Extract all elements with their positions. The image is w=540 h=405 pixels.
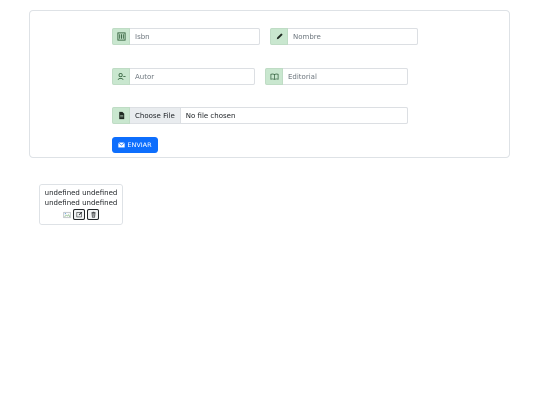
editorial-field-group: Editorial <box>265 68 408 85</box>
file-input[interactable]: Choose File No file chosen <box>130 107 408 124</box>
autor-input[interactable]: Autor <box>130 68 255 85</box>
enviar-button[interactable]: ENVIAR <box>112 137 158 153</box>
broken-image-icon <box>63 211 71 219</box>
card-actions <box>40 209 122 220</box>
user-icon <box>112 68 130 85</box>
isbn-input[interactable]: Isbn <box>130 28 260 45</box>
pencil-icon <box>270 28 288 45</box>
book-form: Isbn Nombre Autor Editorial Choose File … <box>29 10 510 158</box>
file-status-text: No file chosen <box>185 111 236 120</box>
barcode-icon <box>112 28 130 45</box>
trash-icon <box>90 211 96 218</box>
edit-button[interactable] <box>73 209 85 220</box>
envelope-icon <box>118 142 126 148</box>
delete-button[interactable] <box>87 209 99 220</box>
file-icon <box>112 107 130 124</box>
nombre-field-group: Nombre <box>270 28 418 45</box>
enviar-label: ENVIAR <box>127 141 152 149</box>
isbn-field-group: Isbn <box>112 28 260 45</box>
card-title: undefined undefined <box>44 189 118 197</box>
file-field-group: Choose File No file chosen <box>112 107 408 124</box>
choose-file-button[interactable]: Choose File <box>130 108 181 123</box>
book-card: undefined undefined undefined undefined <box>39 184 123 225</box>
card-subtitle: undefined undefined <box>44 199 118 207</box>
book-icon <box>265 68 283 85</box>
nombre-input[interactable]: Nombre <box>288 28 418 45</box>
edit-icon <box>76 211 82 218</box>
editorial-input[interactable]: Editorial <box>283 68 408 85</box>
autor-field-group: Autor <box>112 68 255 85</box>
